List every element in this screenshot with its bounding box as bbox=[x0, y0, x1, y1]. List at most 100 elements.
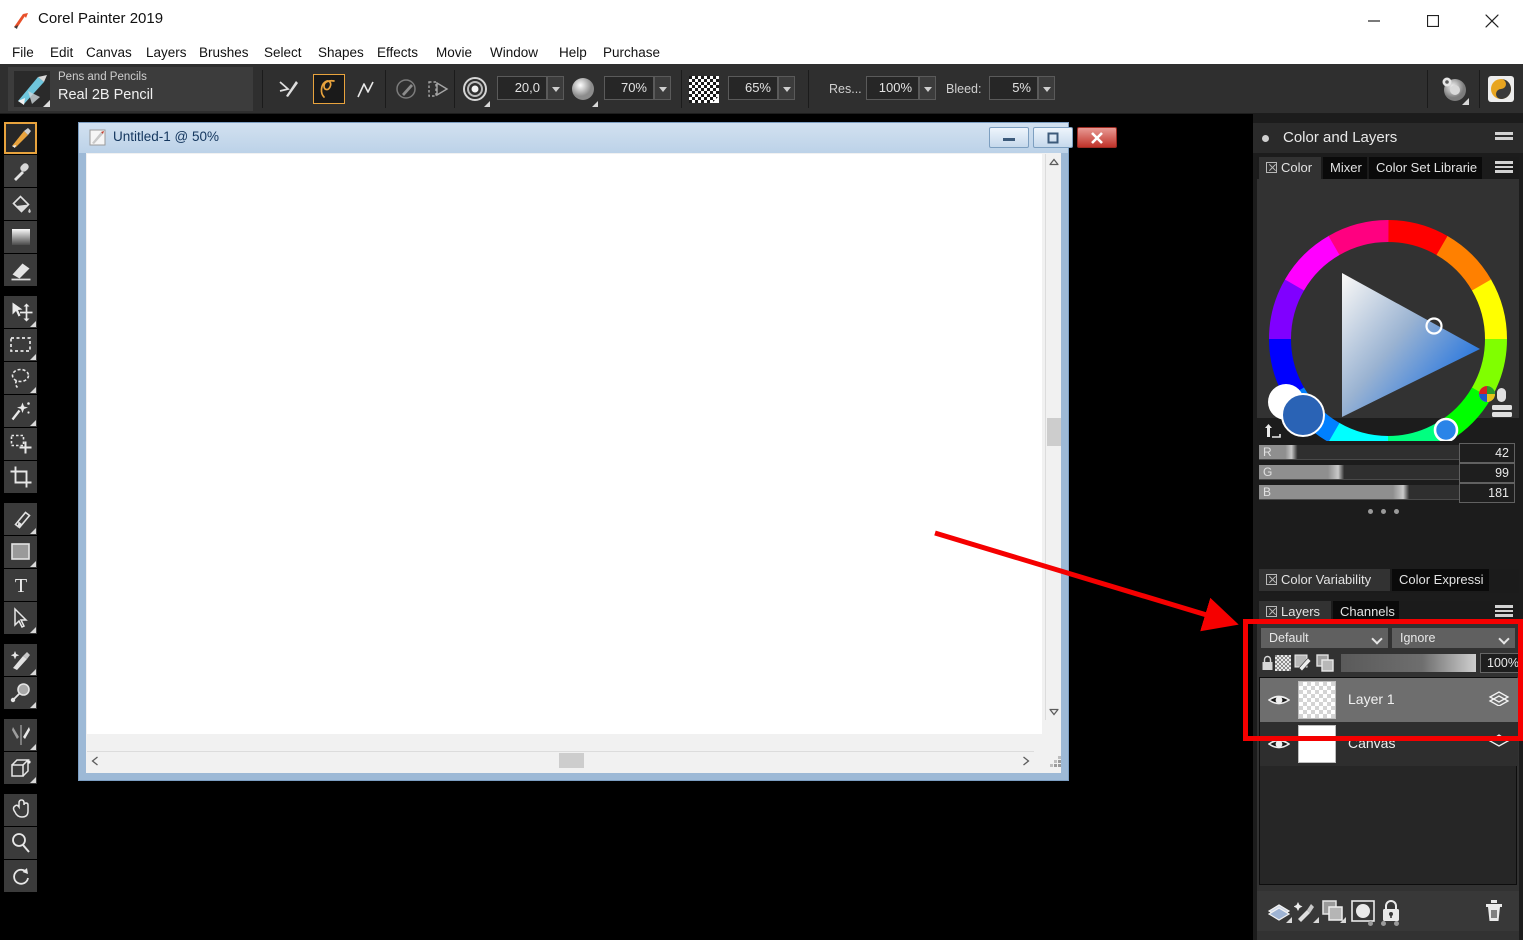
document-close-button[interactable] bbox=[1077, 127, 1117, 148]
document-restore-button[interactable] bbox=[1033, 127, 1073, 148]
layer-name[interactable]: Layer 1 bbox=[1348, 691, 1395, 707]
bleed-dropdown-arrow[interactable] bbox=[1038, 76, 1055, 100]
menu-movie[interactable]: Movie bbox=[430, 42, 478, 63]
layer-opacity-slider[interactable] bbox=[1341, 654, 1476, 672]
lock-layer-icon[interactable] bbox=[1261, 654, 1274, 671]
color-swatch-yin-yang-button[interactable] bbox=[1488, 76, 1514, 105]
document-title-bar[interactable]: Untitled-1 @ 50% bbox=[79, 123, 1117, 153]
clone-color-icon[interactable] bbox=[1478, 385, 1512, 421]
brush-selector[interactable]: Pens and Pencils Real 2B Pencil bbox=[8, 67, 253, 111]
brush-opacity-dropdown-arrow[interactable] bbox=[654, 76, 671, 100]
tab-mixer[interactable]: Mixer bbox=[1323, 157, 1367, 179]
resat-control[interactable]: 100% bbox=[866, 76, 936, 100]
close-tab-icon[interactable] bbox=[1266, 606, 1277, 617]
grain-control[interactable]: 65% bbox=[728, 76, 795, 100]
rect-selection-tool[interactable] bbox=[4, 329, 37, 361]
rotate-page-tool[interactable] bbox=[4, 860, 37, 892]
brush-size-icon[interactable] bbox=[462, 76, 490, 107]
tab-color-expression[interactable]: Color Expressi bbox=[1392, 569, 1489, 591]
new-layer-icon[interactable] bbox=[1267, 899, 1292, 923]
divider-brush-tool[interactable] bbox=[4, 719, 37, 751]
document-minimize-button[interactable] bbox=[989, 127, 1029, 148]
layer-opacity-value[interactable]: 100% bbox=[1480, 653, 1523, 673]
brush-opacity-icon[interactable] bbox=[570, 76, 598, 107]
lasso-tool[interactable] bbox=[4, 362, 37, 394]
layers-list[interactable]: Layer 1 Canvas bbox=[1259, 677, 1518, 885]
brush-size-value[interactable]: 20,0 bbox=[497, 76, 547, 100]
shape-selection-tool[interactable] bbox=[4, 602, 37, 634]
brush-size-dropdown-arrow[interactable] bbox=[547, 76, 564, 100]
layer-row-layer-1[interactable]: Layer 1 bbox=[1260, 678, 1518, 722]
window-resize-grip[interactable] bbox=[1049, 755, 1063, 769]
pickup-mode-dropdown[interactable]: Ignore bbox=[1392, 628, 1515, 648]
bleed-control[interactable]: 5% bbox=[989, 76, 1055, 100]
menu-select[interactable]: Select bbox=[258, 42, 308, 63]
squiggle-stroke-button[interactable] bbox=[313, 74, 345, 104]
text-tool[interactable]: T bbox=[4, 569, 37, 601]
layer-thumbnail[interactable] bbox=[1298, 681, 1336, 719]
panel-header[interactable]: Color and Layers bbox=[1253, 123, 1523, 153]
brush-tool[interactable] bbox=[4, 122, 37, 154]
tab-channels[interactable]: Channels bbox=[1333, 601, 1399, 623]
paint-bucket-tool[interactable] bbox=[4, 188, 37, 220]
layers-panel-menu-icon[interactable] bbox=[1495, 605, 1513, 618]
grain-value[interactable]: 65% bbox=[728, 76, 778, 100]
panel-menu-icon[interactable] bbox=[1495, 132, 1513, 145]
menu-purchase[interactable]: Purchase bbox=[597, 42, 666, 63]
brush-opacity-value[interactable]: 70% bbox=[604, 76, 654, 100]
menu-shapes[interactable]: Shapes bbox=[312, 42, 370, 63]
menu-file[interactable]: File bbox=[6, 42, 40, 63]
layer-name[interactable]: Canvas bbox=[1348, 735, 1395, 751]
layer-visibility-icon[interactable] bbox=[1267, 692, 1291, 708]
brush-opacity-control[interactable]: 70% bbox=[604, 76, 671, 100]
slider-b-track[interactable] bbox=[1259, 485, 1462, 500]
canvas-horizontal-scrollbar[interactable] bbox=[87, 751, 1034, 768]
layer-visibility-icon[interactable] bbox=[1267, 736, 1291, 752]
color-panel-menu-icon[interactable] bbox=[1495, 161, 1513, 174]
slider-r-track[interactable] bbox=[1259, 445, 1462, 460]
horizontal-scroll-thumb[interactable] bbox=[559, 753, 584, 768]
layer-adjuster-tool[interactable] bbox=[4, 296, 37, 328]
slider-r[interactable]: R 42 bbox=[1259, 443, 1517, 463]
crop-tool[interactable] bbox=[4, 461, 37, 493]
close-tab-icon[interactable] bbox=[1266, 574, 1277, 585]
brush-controls-button[interactable] bbox=[1439, 75, 1469, 106]
tab-color-set-libraries[interactable]: Color Set Librarie bbox=[1369, 157, 1482, 179]
blend-mode-dropdown[interactable]: Default bbox=[1261, 628, 1388, 648]
tab-layers[interactable]: Layers bbox=[1259, 601, 1331, 623]
brush-size-control[interactable]: 20,0 bbox=[497, 76, 564, 100]
preserve-transparency-icon[interactable] bbox=[1275, 655, 1291, 671]
dropper-tool[interactable] bbox=[4, 155, 37, 187]
tab-color-variability[interactable]: Color Variability bbox=[1259, 569, 1390, 591]
freehand-stroke-button[interactable] bbox=[272, 74, 304, 104]
pen-tool[interactable] bbox=[4, 503, 37, 535]
menu-canvas[interactable]: Canvas bbox=[80, 42, 138, 63]
canvas-surface[interactable] bbox=[87, 154, 1042, 734]
slider-b[interactable]: B 181 bbox=[1259, 483, 1517, 503]
scroll-down-arrow-icon[interactable] bbox=[1046, 704, 1062, 720]
layer-commands-icon[interactable] bbox=[1293, 899, 1319, 923]
dynamic-plugins-icon[interactable] bbox=[1321, 899, 1346, 923]
grain-icon[interactable] bbox=[689, 76, 719, 103]
resat-dropdown-arrow[interactable] bbox=[919, 76, 936, 100]
scroll-up-arrow-icon[interactable] bbox=[1046, 154, 1062, 170]
magic-wand-tool[interactable] bbox=[4, 395, 37, 427]
grain-dropdown-arrow[interactable] bbox=[778, 76, 795, 100]
delete-layer-icon[interactable] bbox=[1483, 899, 1507, 923]
tab-color[interactable]: Color bbox=[1259, 157, 1321, 179]
menu-effects[interactable]: Effects bbox=[371, 42, 424, 63]
scroll-left-arrow-icon[interactable] bbox=[87, 752, 103, 769]
vertical-scroll-thumb[interactable] bbox=[1047, 418, 1061, 446]
shape-tool[interactable] bbox=[4, 536, 37, 568]
menu-brushes[interactable]: Brushes bbox=[193, 42, 255, 63]
magnifier-tool[interactable] bbox=[4, 827, 37, 859]
close-tab-icon[interactable] bbox=[1266, 162, 1277, 173]
resat-value[interactable]: 100% bbox=[866, 76, 919, 100]
menu-layers[interactable]: Layers bbox=[140, 42, 193, 63]
window-minimize-button[interactable] bbox=[1351, 0, 1397, 41]
color-palette-resize-grip[interactable] bbox=[1368, 509, 1408, 515]
gradient-tool[interactable] bbox=[4, 221, 37, 253]
canvas-area[interactable] bbox=[86, 153, 1061, 773]
grabber-tool[interactable] bbox=[4, 794, 37, 826]
brush-selection-button[interactable] bbox=[422, 74, 454, 104]
